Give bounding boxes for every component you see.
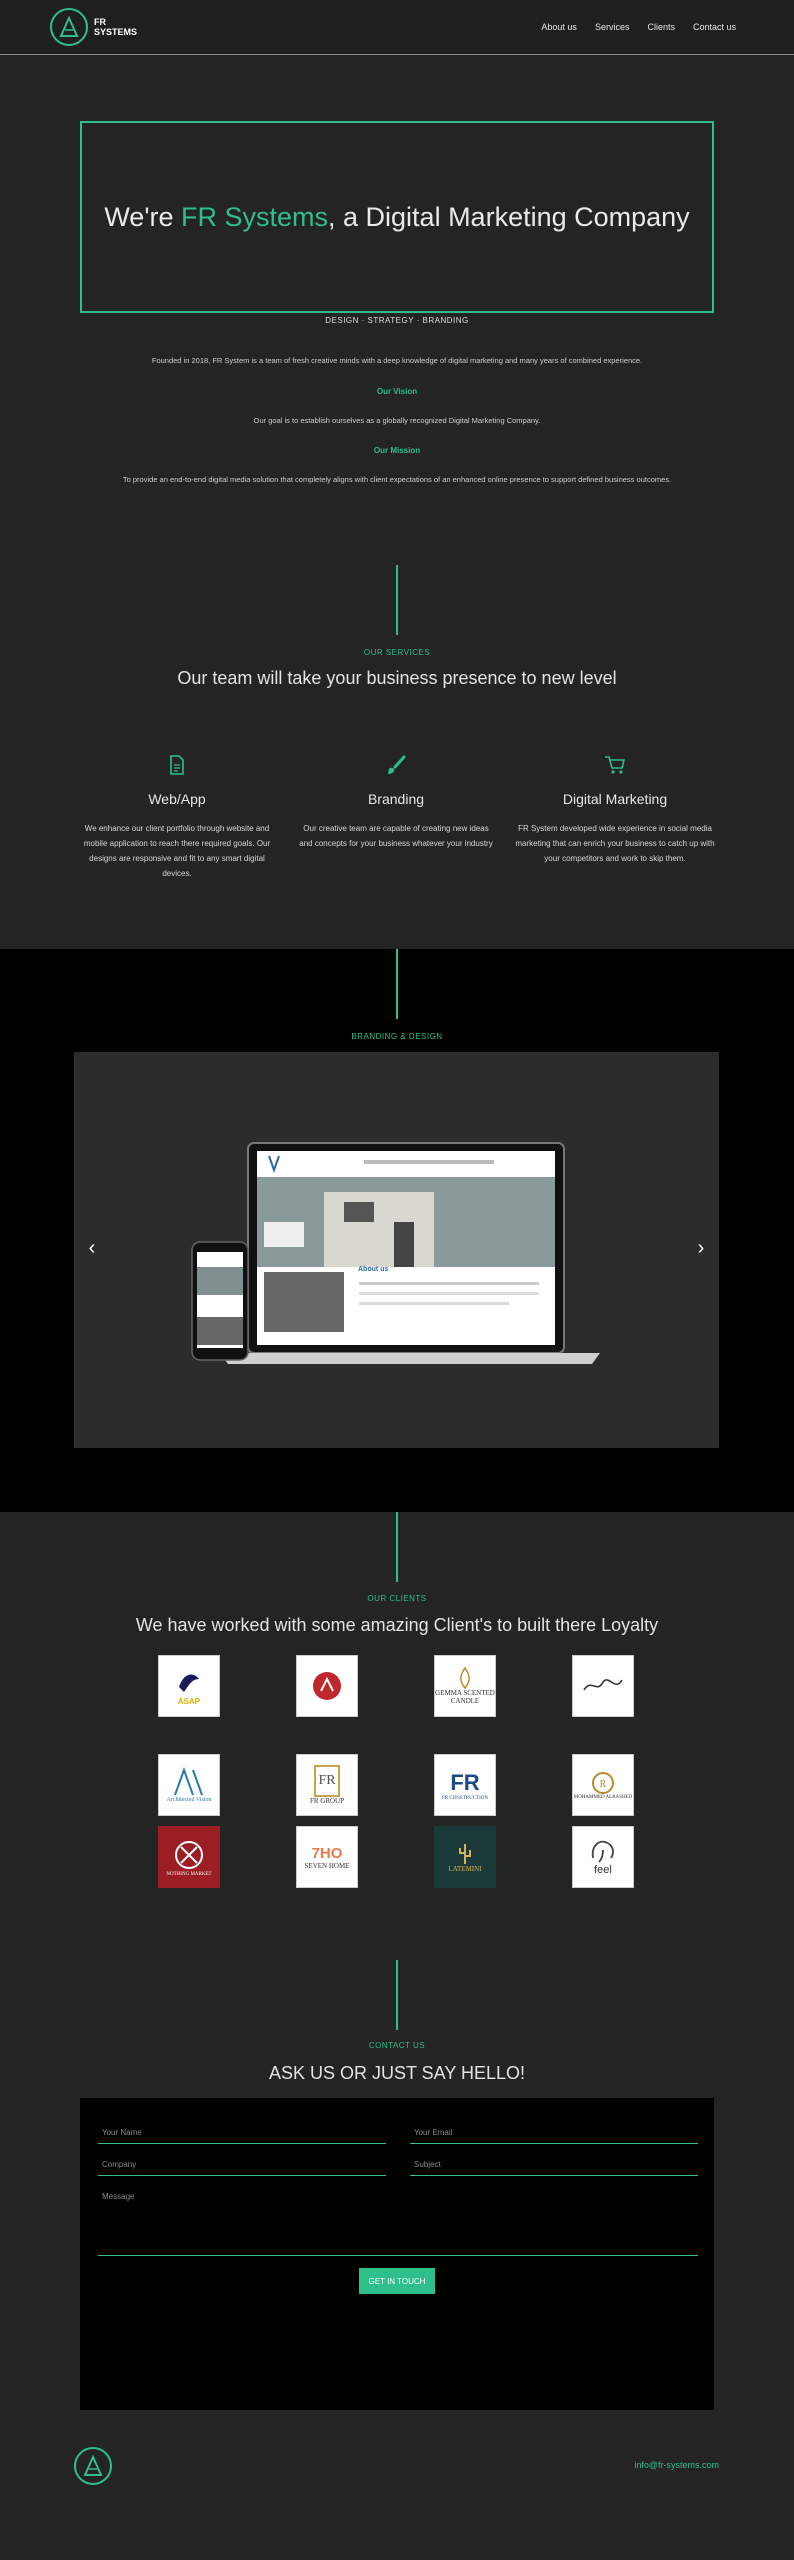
company-field[interactable]: Company (98, 2156, 386, 2176)
footer-email-link[interactable]: info@fr-systems.com (634, 2460, 719, 2470)
nav-clients[interactable]: Clients (647, 22, 675, 32)
hero-banner: We're FR Systems, a Digital Marketing Co… (80, 121, 714, 313)
section-divider (396, 949, 398, 1019)
calligraphy-icon (583, 1679, 623, 1691)
section-divider (396, 565, 398, 635)
service-name: Web/App (148, 791, 206, 807)
mission-text: To provide an end-to-end digital media s… (122, 475, 672, 484)
brush-icon (296, 755, 496, 779)
footer-logo-icon[interactable] (74, 2447, 112, 2485)
service-card-branding: Branding Our creative team are capable o… (296, 755, 496, 851)
service-name: Branding (367, 791, 425, 807)
client-logo (572, 1655, 634, 1717)
contact-title: ASK US OR JUST SAY HELLO! (268, 2063, 526, 2083)
client-logo: R MOHAMMED ALRASHED (572, 1754, 634, 1816)
contact-form: Your Name Your Email Company Subject Mes… (80, 2098, 714, 2410)
services-title: Our team will take your business presenc… (177, 668, 617, 688)
client-logo: Architected Vision (158, 1754, 220, 1816)
portfolio-carousel: ‹ › About us (74, 1052, 719, 1448)
hero-title: We're FR Systems, a Digital Marketing Co… (104, 201, 690, 232)
client-logo: NOTHING MARKET (158, 1826, 220, 1888)
client-logo: FR FR CONSTRUCTION (434, 1754, 496, 1816)
message-field[interactable]: Message (98, 2188, 698, 2256)
nav-contact[interactable]: Contact us (693, 22, 736, 32)
client-logo (296, 1655, 358, 1717)
av-icon (174, 1767, 203, 1796)
fr-group-mark-icon: FR (314, 1765, 340, 1797)
svg-text:R: R (600, 1779, 607, 1790)
mission-heading: Our Mission (373, 446, 421, 455)
nav-services[interactable]: Services (595, 22, 630, 32)
branding-label: BRANDING & DESIGN (351, 1032, 443, 1041)
seven-home-mark-icon: 7HO (311, 1844, 343, 1862)
client-logo: FR FR GROUP (296, 1754, 358, 1816)
service-card-web: Web/App We enhance our client portfolio … (77, 755, 277, 881)
section-divider (396, 1512, 398, 1582)
service-desc: FR System developed wide experience in s… (515, 824, 715, 863)
service-name: Digital Marketing (562, 791, 668, 807)
document-icon (77, 755, 277, 779)
brand-name: FR SYSTEMS (94, 17, 138, 37)
client-logo: 7HO SEVEN HOME (296, 1826, 358, 1888)
elephant-icon (591, 1840, 614, 1863)
main-nav: About us Services Clients Contact us (541, 22, 736, 32)
service-desc: We enhance our client portfolio through … (83, 824, 271, 878)
seal-icon: R (592, 1771, 614, 1794)
cart-icon (515, 755, 715, 779)
bird-icon (179, 1673, 199, 1692)
subject-field[interactable]: Subject (410, 2156, 698, 2176)
device-mockup-image (191, 1142, 600, 1364)
section-divider (396, 1960, 398, 2030)
logo-mark-icon (50, 8, 88, 46)
client-logo: feel (572, 1826, 634, 1888)
brand-logo[interactable]: FR SYSTEMS (50, 8, 137, 46)
hero-tagline: DESIGN · STRATEGY · BRANDING (325, 316, 469, 325)
clients-title: We have worked with some amazing Client'… (135, 1615, 659, 1635)
get-in-touch-button[interactable]: GET IN TOUCH (359, 2268, 435, 2294)
client-logo: GEMMA SCENTED CANDLE (434, 1655, 496, 1717)
flame-icon (460, 1667, 470, 1689)
emblem-icon (313, 1672, 341, 1700)
nav-about[interactable]: About us (541, 22, 577, 32)
clients-label: OUR CLIENTS (367, 1594, 427, 1603)
client-logo: LATEMINI (434, 1826, 496, 1888)
services-label: OUR SERVICES (363, 648, 431, 657)
fr-construction-mark-icon: FR (450, 1769, 480, 1795)
service-card-marketing: Digital Marketing FR System developed wi… (515, 755, 715, 866)
cactus-icon (459, 1844, 471, 1864)
about-intro: Founded in 2018, FR System is a team of … (151, 356, 643, 365)
contact-label: CONTACT US (368, 2041, 426, 2050)
service-desc: Our creative team are capable of creatin… (299, 824, 493, 848)
email-field[interactable]: Your Email (410, 2124, 698, 2144)
vision-text: Our goal is to establish ourselves as a … (253, 416, 541, 425)
client-logo: ASAP (158, 1655, 220, 1717)
vision-heading: Our Vision (376, 387, 418, 396)
slide-heading: About us (358, 1266, 389, 1273)
name-field[interactable]: Your Name (98, 2124, 386, 2144)
nothing-market-icon (175, 1840, 203, 1869)
site-header: FR SYSTEMS About us Services Clients Con… (0, 0, 794, 55)
